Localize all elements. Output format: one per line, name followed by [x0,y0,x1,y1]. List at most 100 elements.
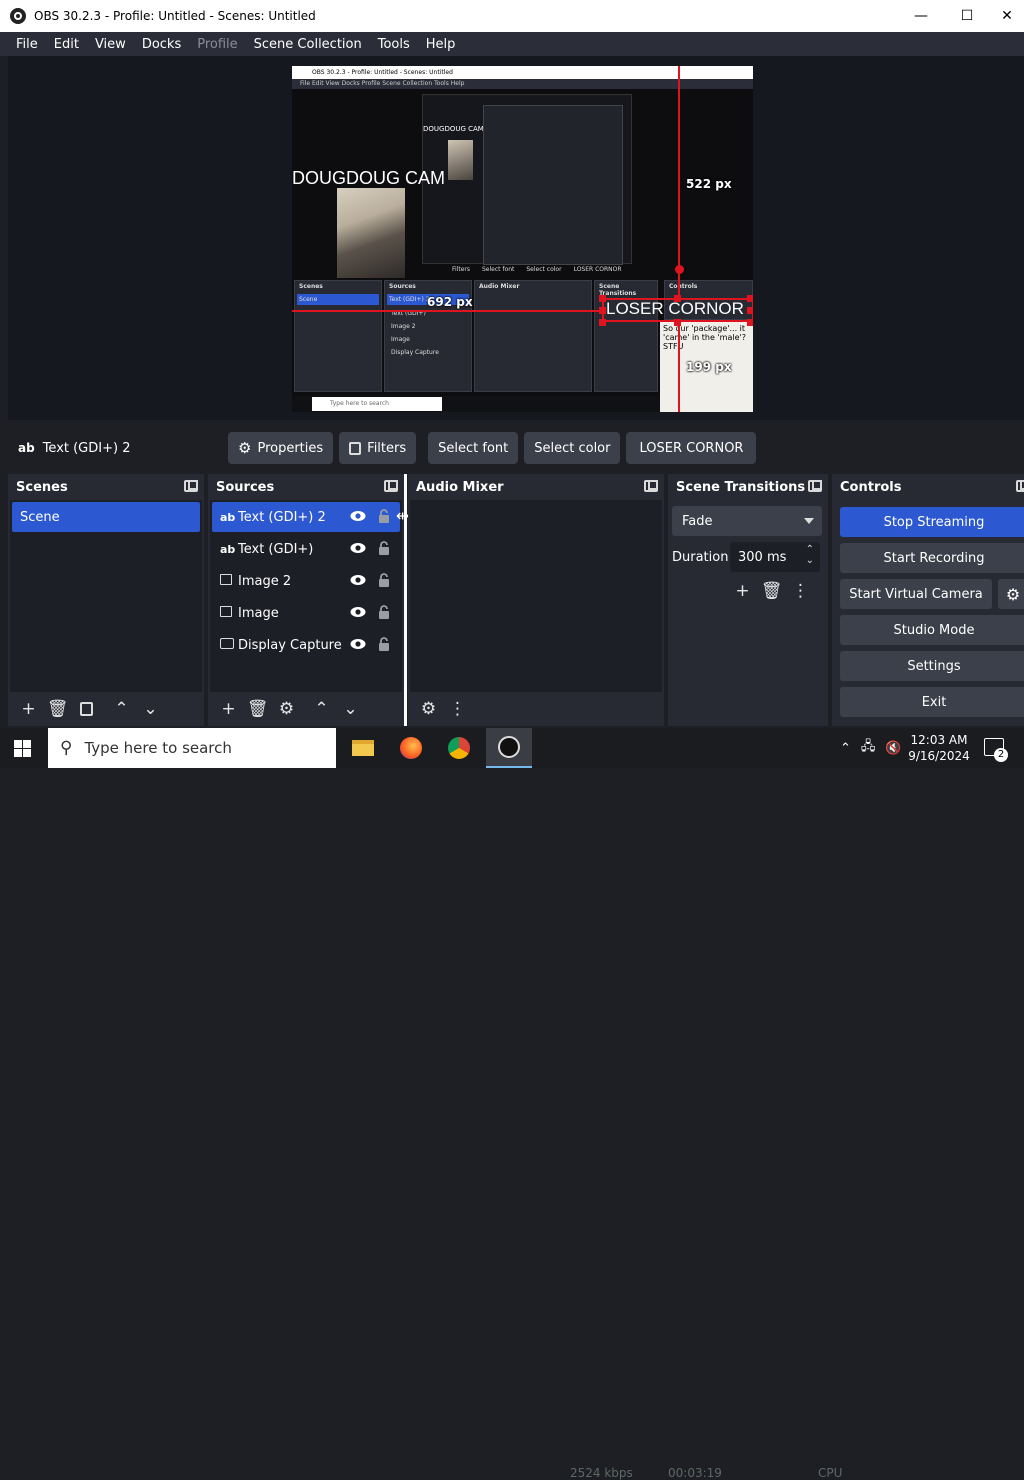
text-value-field[interactable]: LOSER CORNOR [626,432,757,464]
filters-icon[interactable] [72,696,101,722]
source-item[interactable]: ab Text (GDI+) [212,534,400,564]
resize-handle-br[interactable] [747,319,753,326]
scenes-list[interactable]: Scene [10,500,202,692]
preview-canvas[interactable]: OBS 30.2.3 - Profile: Untitled - Scenes:… [292,66,753,412]
nested-search-box: Type here to search [312,397,442,411]
duration-spinbox[interactable]: 300 ms ⌃ ⌄ [730,542,820,572]
menu-edit[interactable]: Edit [46,37,87,52]
gear-icon[interactable]: ⚙ [272,696,301,722]
chevron-up-icon[interactable]: ⌃ [806,544,814,555]
visibility-eye-icon[interactable] [350,638,366,650]
menu-file[interactable]: File [8,37,46,52]
taskbar-search-box[interactable]: ⚲ Type here to search [48,728,336,768]
minimize-button[interactable]: — [898,0,944,32]
menu-help[interactable]: Help [418,37,464,52]
move-down-icon[interactable]: ⌄ [136,696,165,722]
menu-view[interactable]: View [87,37,134,52]
resize-handle-bl[interactable] [599,319,606,326]
close-button[interactable]: ✕ [990,0,1024,32]
virtual-camera-settings-button[interactable]: ⚙ [998,579,1024,609]
obs-taskbar-icon[interactable] [486,728,532,768]
chevron-down-icon [804,518,814,524]
more-options-icon[interactable]: ⋮ [786,578,815,604]
resize-handle-tl[interactable] [599,295,606,302]
image-source-icon [220,606,236,620]
unlock-icon[interactable] [378,573,390,587]
windows-start-icon[interactable] [14,740,31,757]
unlock-icon[interactable] [378,541,390,555]
scene-item[interactable]: Scene [12,502,200,532]
maximize-button[interactable]: ☐ [944,0,990,32]
menu-scene-collection[interactable]: Scene Collection [246,37,370,52]
sources-title: Sources [216,479,275,495]
trash-icon[interactable]: 🗑 [243,696,272,722]
properties-button[interactable]: ⚙ Properties [228,432,334,464]
network-icon[interactable]: 🖧 [861,737,876,759]
guide-label-left: 692 px [427,295,473,309]
more-options-icon[interactable]: ⋮ [443,696,472,722]
visibility-eye-icon[interactable] [350,510,366,522]
sources-list[interactable]: ab Text (GDI+) 2 ab Text (GDI+) Image 2 … [210,500,402,692]
file-explorer-icon[interactable] [340,728,386,768]
select-color-button[interactable]: Select color [524,432,621,464]
move-down-icon[interactable]: ⌄ [336,696,365,722]
audio-mixer-body [410,500,662,692]
start-recording-button[interactable]: Start Recording [840,543,1024,573]
loser-cornor-text-source[interactable]: LOSER CORNOR [606,299,744,319]
scene-transitions-dock: Scene Transitions Fade Duration 300 ms ⌃… [668,474,828,726]
menu-tools[interactable]: Tools [370,37,418,52]
source-item[interactable]: Image 2 [212,566,400,596]
settings-button[interactable]: Settings [840,651,1024,681]
windows-taskbar: ⚲ Type here to search 2524 kbps 00:03:19… [0,728,1024,1480]
gear-icon[interactable]: ⚙ [414,696,443,722]
source-item[interactable]: Image [212,598,400,628]
undock-icon[interactable] [644,480,658,492]
menu-profile[interactable]: Profile [189,37,245,52]
chevron-down-icon[interactable]: ⌄ [806,555,814,566]
select-font-button[interactable]: Select font [428,432,519,464]
guide-label-bottom: 199 px [686,360,732,374]
stop-streaming-button[interactable]: Stop Streaming [840,507,1024,537]
audio-mixer-dock: Audio Mixer ⚙ ⋮ [408,474,664,726]
unlock-icon[interactable] [378,509,390,523]
webcam-image[interactable] [337,188,405,278]
studio-mode-button[interactable]: Studio Mode [840,615,1024,645]
menu-docks[interactable]: Docks [134,37,189,52]
add-icon[interactable]: + [14,696,43,722]
add-icon[interactable]: + [214,696,243,722]
filters-icon [349,441,362,455]
chevron-up-icon[interactable]: ⌃ [840,741,851,756]
unlock-icon[interactable] [378,637,390,651]
undock-icon[interactable] [184,480,198,492]
move-up-icon[interactable]: ⌃ [107,696,136,722]
visibility-eye-icon[interactable] [350,542,366,554]
undock-icon[interactable] [1016,480,1024,492]
undock-icon[interactable] [808,480,822,492]
source-item[interactable]: Display Capture [212,630,400,660]
trash-icon[interactable]: 🗑 [43,696,72,722]
start-virtual-camera-button[interactable]: Start Virtual Camera [840,579,992,609]
controls-dock: Controls Stop Streaming Start Recording … [832,474,1024,726]
visibility-eye-icon[interactable] [350,574,366,586]
scenes-dock: Scenes Scene + 🗑 ⌃ ⌄ [8,474,204,726]
exit-button[interactable]: Exit [840,687,1024,717]
trash-icon[interactable]: 🗑 [757,578,786,604]
chrome-icon[interactable] [436,728,482,768]
undock-icon[interactable] [384,480,398,492]
add-icon[interactable]: + [728,578,757,604]
firefox-icon[interactable] [388,728,434,768]
transition-select[interactable]: Fade [672,506,822,536]
rotation-handle[interactable] [675,265,684,274]
gear-icon: ⚙ [1005,584,1021,604]
resize-handle-tr[interactable] [747,295,753,302]
cam-text-source[interactable]: DOUGDOUG CAM [292,168,445,189]
visibility-eye-icon[interactable] [350,606,366,618]
taskbar-clock[interactable]: 12:03 AM 9/16/2024 [898,732,980,764]
guide-line-top [678,66,680,297]
resize-handle-r[interactable] [747,307,753,314]
scene-transitions-title: Scene Transitions [676,479,806,495]
move-up-icon[interactable]: ⌃ [307,696,336,722]
unlock-icon[interactable] [378,605,390,619]
source-item[interactable]: ab Text (GDI+) 2 [212,502,400,532]
filters-button[interactable]: Filters [339,432,417,464]
